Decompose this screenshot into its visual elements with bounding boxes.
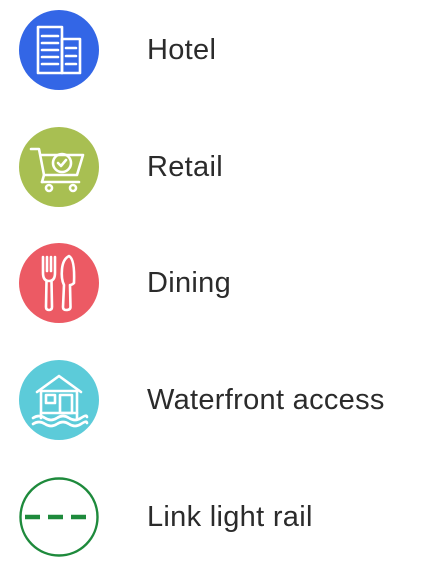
legend-item-waterfront: Waterfront access [19,360,385,440]
legend-item-dining: Dining [19,243,231,323]
fork-knife-icon [19,243,99,323]
legend-label-light-rail: Link light rail [147,500,313,533]
legend-label-waterfront: Waterfront access [147,383,385,416]
legend-item-light-rail: Link light rail [19,477,313,557]
map-legend: Hotel Retail Dining Waterfront access Li… [0,0,444,571]
legend-label-retail: Retail [147,150,223,183]
legend-item-hotel: Hotel [19,10,216,90]
legend-item-retail: Retail [19,127,223,207]
legend-label-dining: Dining [147,266,232,299]
legend-label-hotel: Hotel [147,33,217,66]
light-rail-line-icon [19,477,99,557]
shopping-cart-icon [19,127,99,207]
waterfront-house-icon [19,360,99,440]
hotel-building-icon [19,10,99,90]
